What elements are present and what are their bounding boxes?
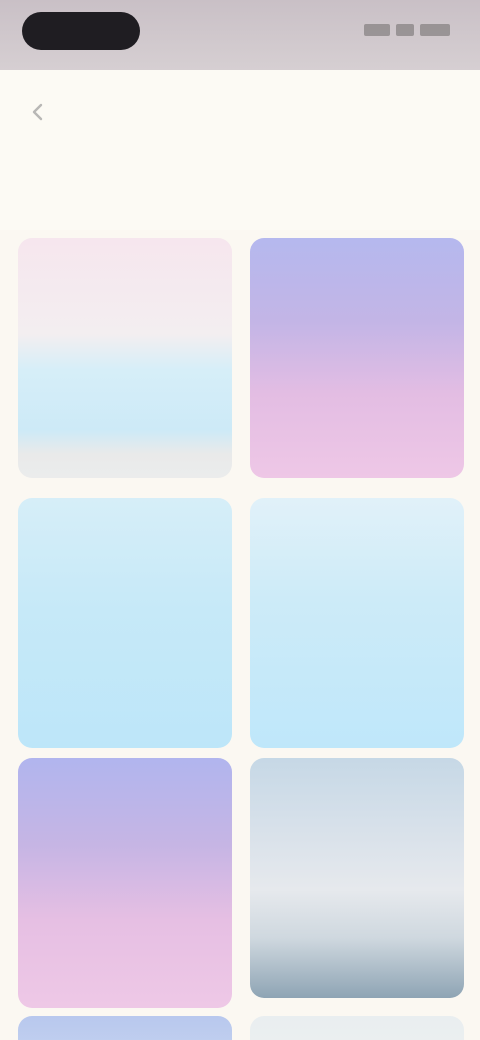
battery-icon xyxy=(420,24,450,36)
status-time-pill xyxy=(22,12,140,50)
page-header xyxy=(0,70,480,230)
card-6[interactable] xyxy=(250,758,464,998)
wifi-icon xyxy=(396,24,414,36)
back-button[interactable] xyxy=(18,92,58,132)
card-4[interactable] xyxy=(250,498,464,748)
card-5[interactable] xyxy=(18,758,232,1008)
card-1[interactable] xyxy=(18,238,232,478)
status-bar xyxy=(0,0,480,70)
chevron-left-icon xyxy=(32,103,43,121)
status-icons xyxy=(364,22,450,38)
card-3[interactable] xyxy=(18,498,232,748)
card-8[interactable] xyxy=(250,1016,464,1040)
card-7[interactable] xyxy=(18,1016,232,1040)
card-2[interactable] xyxy=(250,238,464,478)
signal-icon xyxy=(364,24,390,36)
